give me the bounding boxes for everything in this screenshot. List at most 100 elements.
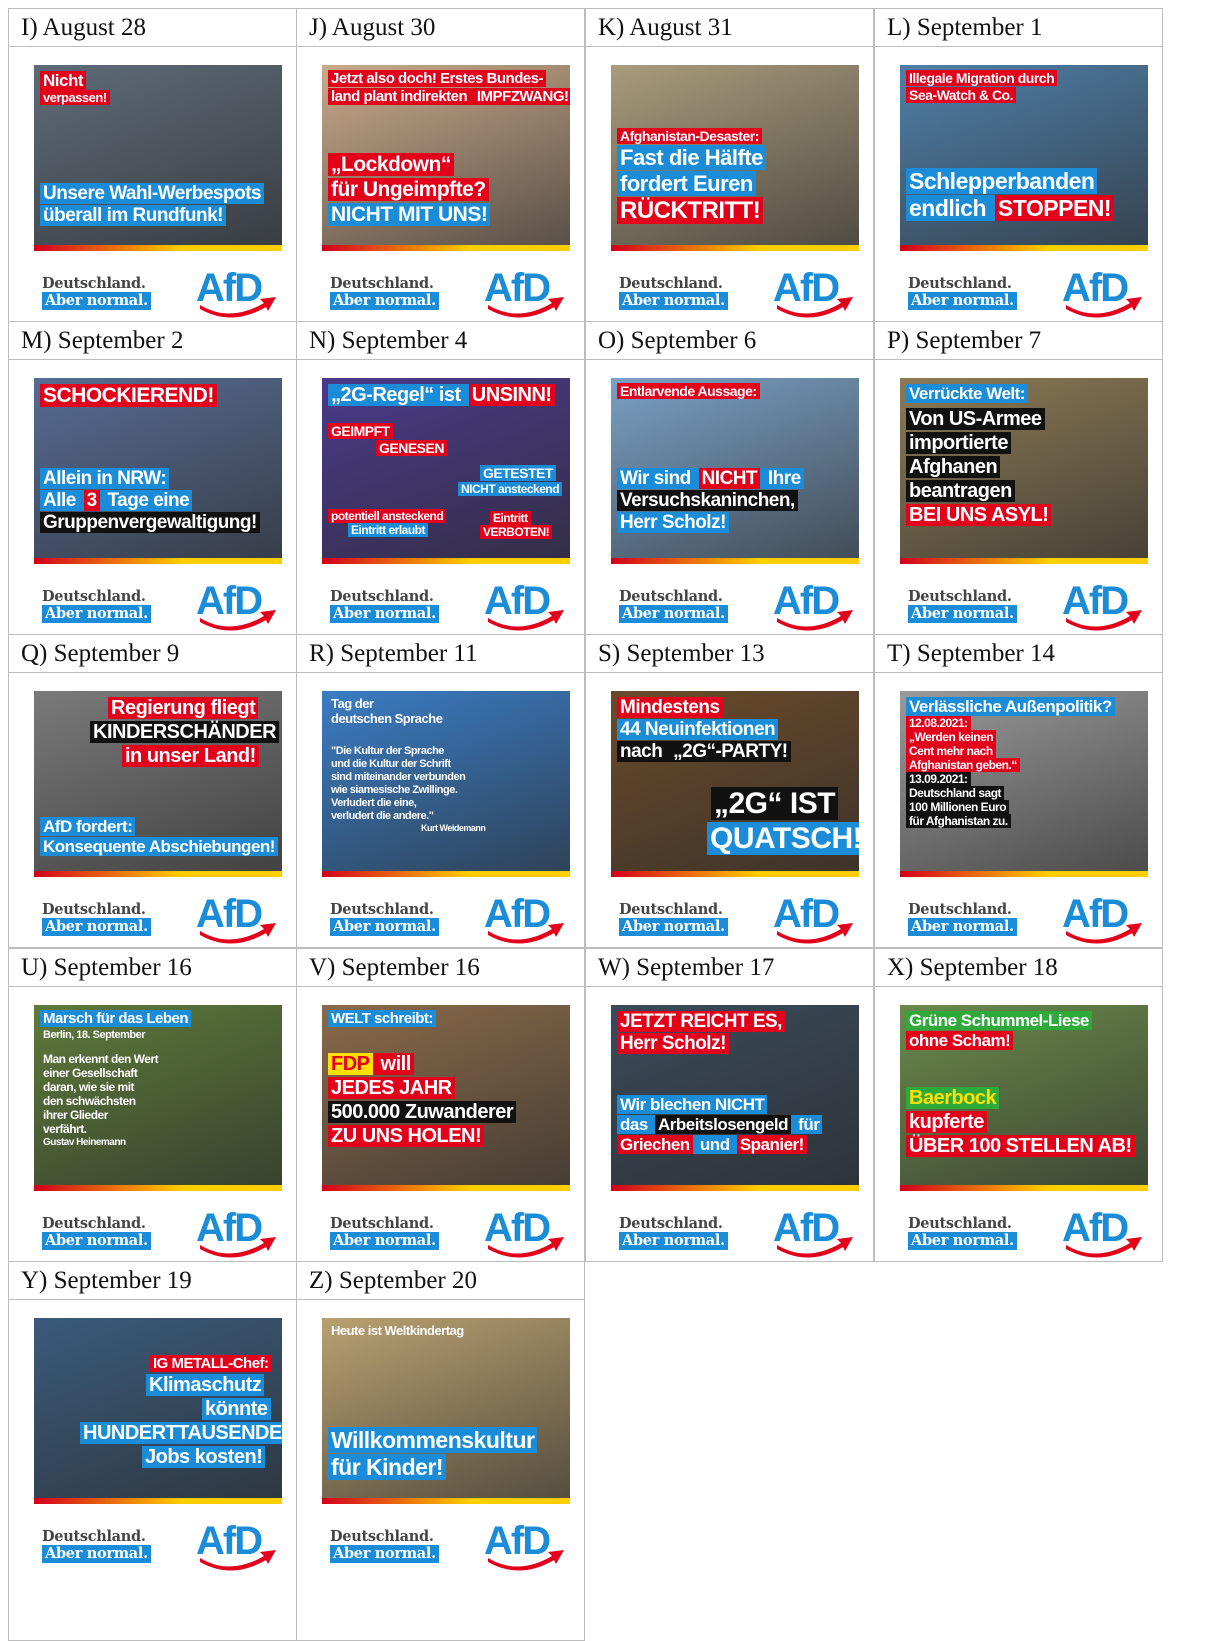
slogan-line-1: Deutschland. bbox=[330, 1215, 434, 1232]
ad-headline-text: UNSINN! bbox=[468, 384, 555, 406]
ad-headline-text: Wir sind bbox=[617, 468, 699, 489]
ad-headline-text: WELT schreibt: bbox=[328, 1010, 436, 1027]
ad-headline-line: nach „2G“-PARTY! bbox=[617, 741, 791, 762]
ad-footer: Deutschland. Aber normal. AfD bbox=[900, 574, 1148, 640]
ad-headline-line: Illegale Migration durch bbox=[906, 70, 1058, 87]
ad-headline-text: Jetzt also doch! Erstes Bundes- bbox=[328, 70, 547, 87]
logo-arrow-icon bbox=[777, 1237, 853, 1258]
ad-footer: Deutschland. Aber normal. AfD bbox=[611, 261, 859, 327]
ad-headline-line: Verrückte Welt: bbox=[906, 384, 1028, 403]
ad-headline-text: Afghanistan-Desaster: bbox=[617, 128, 762, 144]
ad-headline-text: sind miteinander verbunden bbox=[331, 771, 466, 783]
ad-headline-line: importierte bbox=[906, 432, 1011, 454]
ad-headline-line: und die Kultur der Schrift bbox=[328, 758, 454, 770]
ad-headline-line: ohne Scham! bbox=[906, 1031, 1014, 1050]
ad-headline-line: fordert Euren bbox=[617, 171, 756, 197]
afd-logo: AfD bbox=[194, 1518, 280, 1576]
ad-headline-text: Jobs kosten! bbox=[142, 1446, 266, 1468]
flag-stripe bbox=[900, 245, 1148, 251]
ad-photo: IG METALL-Chef: Klimaschutz könnte HUNDERTT… bbox=[34, 1318, 282, 1504]
ad-headline-text: Afghanistan geben.“ bbox=[906, 758, 1020, 772]
slogan-line-2: Aber normal. bbox=[908, 1232, 1017, 1250]
ad-image: Marsch für das Leben Berlin, 18. Septembe… bbox=[34, 1005, 282, 1267]
slogan-line-2: Aber normal. bbox=[330, 1545, 439, 1563]
ad-photo: Mindestens 44 Neuinfektionen nach „2G“-PAR… bbox=[611, 691, 859, 877]
afd-logo: AfD bbox=[194, 265, 280, 323]
ad-headline-text: nach bbox=[617, 741, 671, 762]
flag-stripe bbox=[322, 245, 570, 251]
ad-photo: Marsch für das Leben Berlin, 18. Septembe… bbox=[34, 1005, 282, 1191]
ad-headline-text: Spanier! bbox=[736, 1135, 807, 1154]
ad-headline-text: STOPPEN! bbox=[994, 195, 1115, 221]
ad-headline-text: AfD fordert: bbox=[40, 817, 136, 836]
slogan-line-1: Deutschland. bbox=[619, 901, 723, 918]
ad-headline-text: QUATSCH! bbox=[707, 822, 859, 855]
ad-headline-text: könnte bbox=[202, 1398, 271, 1420]
ad-caption: O) September 6 bbox=[586, 322, 873, 360]
ad-footer: Deutschland. Aber normal. AfD bbox=[611, 574, 859, 640]
ad-cell: U) September 16 Marsch für das Leben Berli… bbox=[8, 948, 297, 1262]
afd-logo: AfD bbox=[771, 891, 857, 949]
ad-headline-line: ZU UNS HOLEN! bbox=[328, 1125, 485, 1147]
ad-headline-line: Versuchskaninchen, bbox=[617, 490, 798, 511]
ad-headline-text: „2G-Regel“ ist bbox=[328, 384, 469, 406]
ad-headline-text: für bbox=[790, 1115, 823, 1134]
slogan-line-1: Deutschland. bbox=[42, 588, 146, 605]
ad-headline-text: GEIMPFT bbox=[328, 423, 393, 439]
ad-headline-text: Von US-Armee bbox=[906, 408, 1045, 430]
ad-headline-text: ohne Scham! bbox=[906, 1031, 1014, 1050]
ad-headline-line: Sea-Watch & Co. bbox=[906, 87, 1016, 104]
ad-cell: M) September 2 SCHOCKIEREND! Allein in NRW… bbox=[8, 321, 297, 635]
ad-headline-text: IMPFZWANG! bbox=[473, 88, 570, 105]
ad-headline-line: Willkommenskultur bbox=[328, 1427, 538, 1454]
ad-headline-text: den schwächsten bbox=[43, 1094, 136, 1108]
afd-logo: AfD bbox=[482, 578, 568, 636]
ad-image: Afghanistan-Desaster: Fast die Hälfte ford… bbox=[611, 65, 859, 327]
ad-headline-text: Illegale Migration durch bbox=[906, 70, 1058, 86]
slogan-line-1: Deutschland. bbox=[330, 275, 434, 292]
ad-headline-line: NICHT MIT UNS! bbox=[328, 203, 491, 227]
slogan-line-2: Aber normal. bbox=[619, 1232, 728, 1250]
afd-logo: AfD bbox=[771, 265, 857, 323]
ad-headline-text: potentiell ansteckend bbox=[328, 509, 447, 523]
ad-photo: WELT schreibt: FDP will JEDES JAHR 500.000 … bbox=[322, 1005, 570, 1191]
ad-headline-line: den schwächsten bbox=[40, 1094, 139, 1108]
afd-logo: AfD bbox=[1060, 891, 1146, 949]
ad-caption: Y) September 19 bbox=[9, 1262, 296, 1300]
ad-caption: Z) September 20 bbox=[297, 1262, 584, 1300]
ad-headline-line: RÜCKTRITT! bbox=[617, 197, 764, 225]
ad-headline-line: IG METALL-Chef: bbox=[150, 1355, 272, 1373]
ad-headline-text: land plant indirekten bbox=[328, 88, 474, 105]
ad-headline-text: verfährt. bbox=[43, 1122, 87, 1136]
ad-image: SCHOCKIEREND! Allein in NRW: Alle 3 Tage e… bbox=[34, 378, 282, 640]
ad-headline-line: ihrer Glieder bbox=[40, 1108, 111, 1122]
ad-headline-line: Klimaschutz bbox=[146, 1374, 265, 1396]
ad-headline-line: verludert die andere." bbox=[328, 810, 436, 822]
ad-headline-text: für Kinder! bbox=[328, 1454, 447, 1480]
ad-headline-line: 12.08.2021: bbox=[906, 716, 971, 730]
ad-headline-text: ZU UNS HOLEN! bbox=[328, 1125, 485, 1147]
flag-stripe bbox=[611, 871, 859, 877]
logo-arrow-icon bbox=[488, 923, 564, 944]
ad-headline-line: könnte bbox=[202, 1398, 271, 1420]
ad-headline-line: 13.09.2021: bbox=[906, 772, 971, 786]
ad-photo: Illegale Migration durch Sea-Watch & Co. S… bbox=[900, 65, 1148, 251]
ad-headline-line: Von US-Armee bbox=[906, 408, 1045, 430]
flag-stripe bbox=[34, 1185, 282, 1191]
ad-headline-line: 100 Millionen Euro bbox=[906, 800, 1010, 814]
ad-image: Verlässliche Außenpolitik? 12.08.2021: „We… bbox=[900, 691, 1148, 953]
ad-caption: J) August 30 bbox=[297, 9, 584, 47]
ad-headline-line: Schlepperbanden bbox=[906, 168, 1098, 195]
flag-stripe bbox=[900, 871, 1148, 877]
flag-stripe bbox=[34, 558, 282, 564]
flag-stripe bbox=[322, 1498, 570, 1504]
ad-headline-text: Ihre bbox=[760, 468, 804, 489]
logo-arrow-icon bbox=[1066, 297, 1142, 318]
ad-caption: V) September 16 bbox=[297, 949, 584, 987]
ad-image: Illegale Migration durch Sea-Watch & Co. S… bbox=[900, 65, 1148, 327]
ad-headline-line: verpassen! bbox=[40, 90, 110, 106]
ad-image: Verrückte Welt: Von US-Armee importierte Af… bbox=[900, 378, 1148, 640]
slogan-line-1: Deutschland. bbox=[42, 901, 146, 918]
ad-headline-text: Grüne Schummel-Liese bbox=[906, 1011, 1092, 1030]
ad-cell: R) September 11 Tag der deutschen Sprache "… bbox=[296, 634, 585, 948]
